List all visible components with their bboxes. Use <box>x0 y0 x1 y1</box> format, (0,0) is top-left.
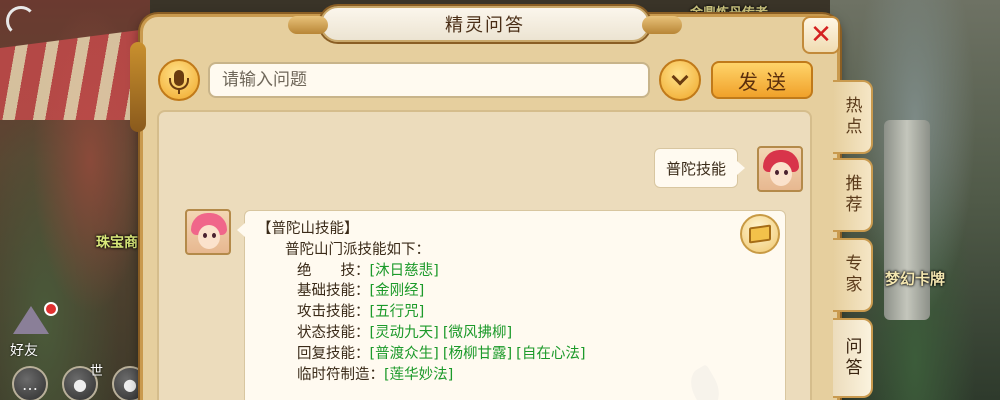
market-awning <box>0 30 140 120</box>
world-channel-label: 世 <box>90 364 104 379</box>
chevron-down-icon <box>671 68 689 86</box>
skill-category-label: 状态技能： <box>297 324 370 341</box>
skill-category-label: 临时符制造： <box>297 366 384 383</box>
question-input[interactable] <box>208 62 650 98</box>
user-message-bubble: 普陀技能 <box>654 148 745 188</box>
skill-row: 绝 技：[沐日慈悲] <box>257 261 773 282</box>
tab-recommend[interactable]: 推荐 <box>833 158 873 232</box>
notification-dot <box>44 302 58 316</box>
skill-link[interactable]: [普渡众生] <box>370 346 439 362</box>
skill-link[interactable]: [五行咒] <box>370 304 425 320</box>
book-icon <box>749 224 771 244</box>
title-ornament-right <box>642 16 682 34</box>
user-avatar <box>757 146 803 192</box>
skill-link[interactable]: [金刚经] <box>370 283 425 299</box>
skill-row: 状态技能：[灵动九天] [微风拂柳] <box>257 323 773 344</box>
skill-link[interactable]: [微风拂柳] <box>443 325 512 341</box>
close-icon: ✕ <box>810 20 832 50</box>
microphone-icon <box>169 70 189 94</box>
npc-name-card[interactable]: 梦幻卡牌 <box>885 268 945 289</box>
skill-link[interactable]: [莲华妙法] <box>384 367 453 383</box>
skill-category-label: 绝 技： <box>297 262 370 279</box>
skill-category-label: 攻击技能： <box>297 304 370 321</box>
reply-heading: 【普陀山技能】 <box>257 221 359 237</box>
spirit-avatar <box>185 209 231 255</box>
dialog-title: 精灵问答 <box>445 15 525 36</box>
stone-pillar <box>884 120 930 320</box>
tab-qa[interactable]: 问答 <box>833 318 873 398</box>
book-icon-button[interactable] <box>740 214 780 254</box>
close-button[interactable]: ✕ <box>802 16 840 54</box>
skill-link[interactable]: [灵动九天] <box>370 325 439 341</box>
skill-link[interactable]: [自在心法] <box>516 346 585 362</box>
skill-row: 攻击技能：[五行咒] <box>257 302 773 323</box>
skill-row: 回复技能：[普渡众生] [杨柳甘露] [自在心法] <box>257 344 773 365</box>
reply-intro: 普陀山门派技能如下： <box>285 241 430 258</box>
send-button[interactable]: 发送 <box>711 61 813 99</box>
skill-link[interactable]: [杨柳甘露] <box>443 346 512 362</box>
skill-link[interactable]: [沐日慈悲] <box>370 263 439 279</box>
tab-hot[interactable]: 热点 <box>833 80 873 154</box>
skill-category-label: 基础技能： <box>297 283 370 300</box>
skill-category-label: 回复技能： <box>297 345 370 362</box>
tab-expert[interactable]: 专家 <box>833 238 873 312</box>
npc-name-jeweler[interactable]: 珠宝商 <box>96 232 138 252</box>
dialog-title-plate: 精灵问答 <box>288 6 682 42</box>
friends-label: 好友 <box>10 343 38 359</box>
title-ornament-left <box>288 16 328 34</box>
dialog-ornament <box>130 42 146 132</box>
voice-input-button[interactable] <box>158 59 200 101</box>
history-dropdown-button[interactable] <box>659 59 701 101</box>
chat-bubble-icon[interactable]: … <box>12 366 48 400</box>
skill-list: 绝 技：[沐日慈悲] 基础技能：[金刚经] 攻击技能：[五行咒] 状态技能：[灵动九天… <box>257 261 773 386</box>
skill-row: 基础技能：[金刚经] <box>257 281 773 302</box>
refresh-icon[interactable] <box>6 6 36 36</box>
